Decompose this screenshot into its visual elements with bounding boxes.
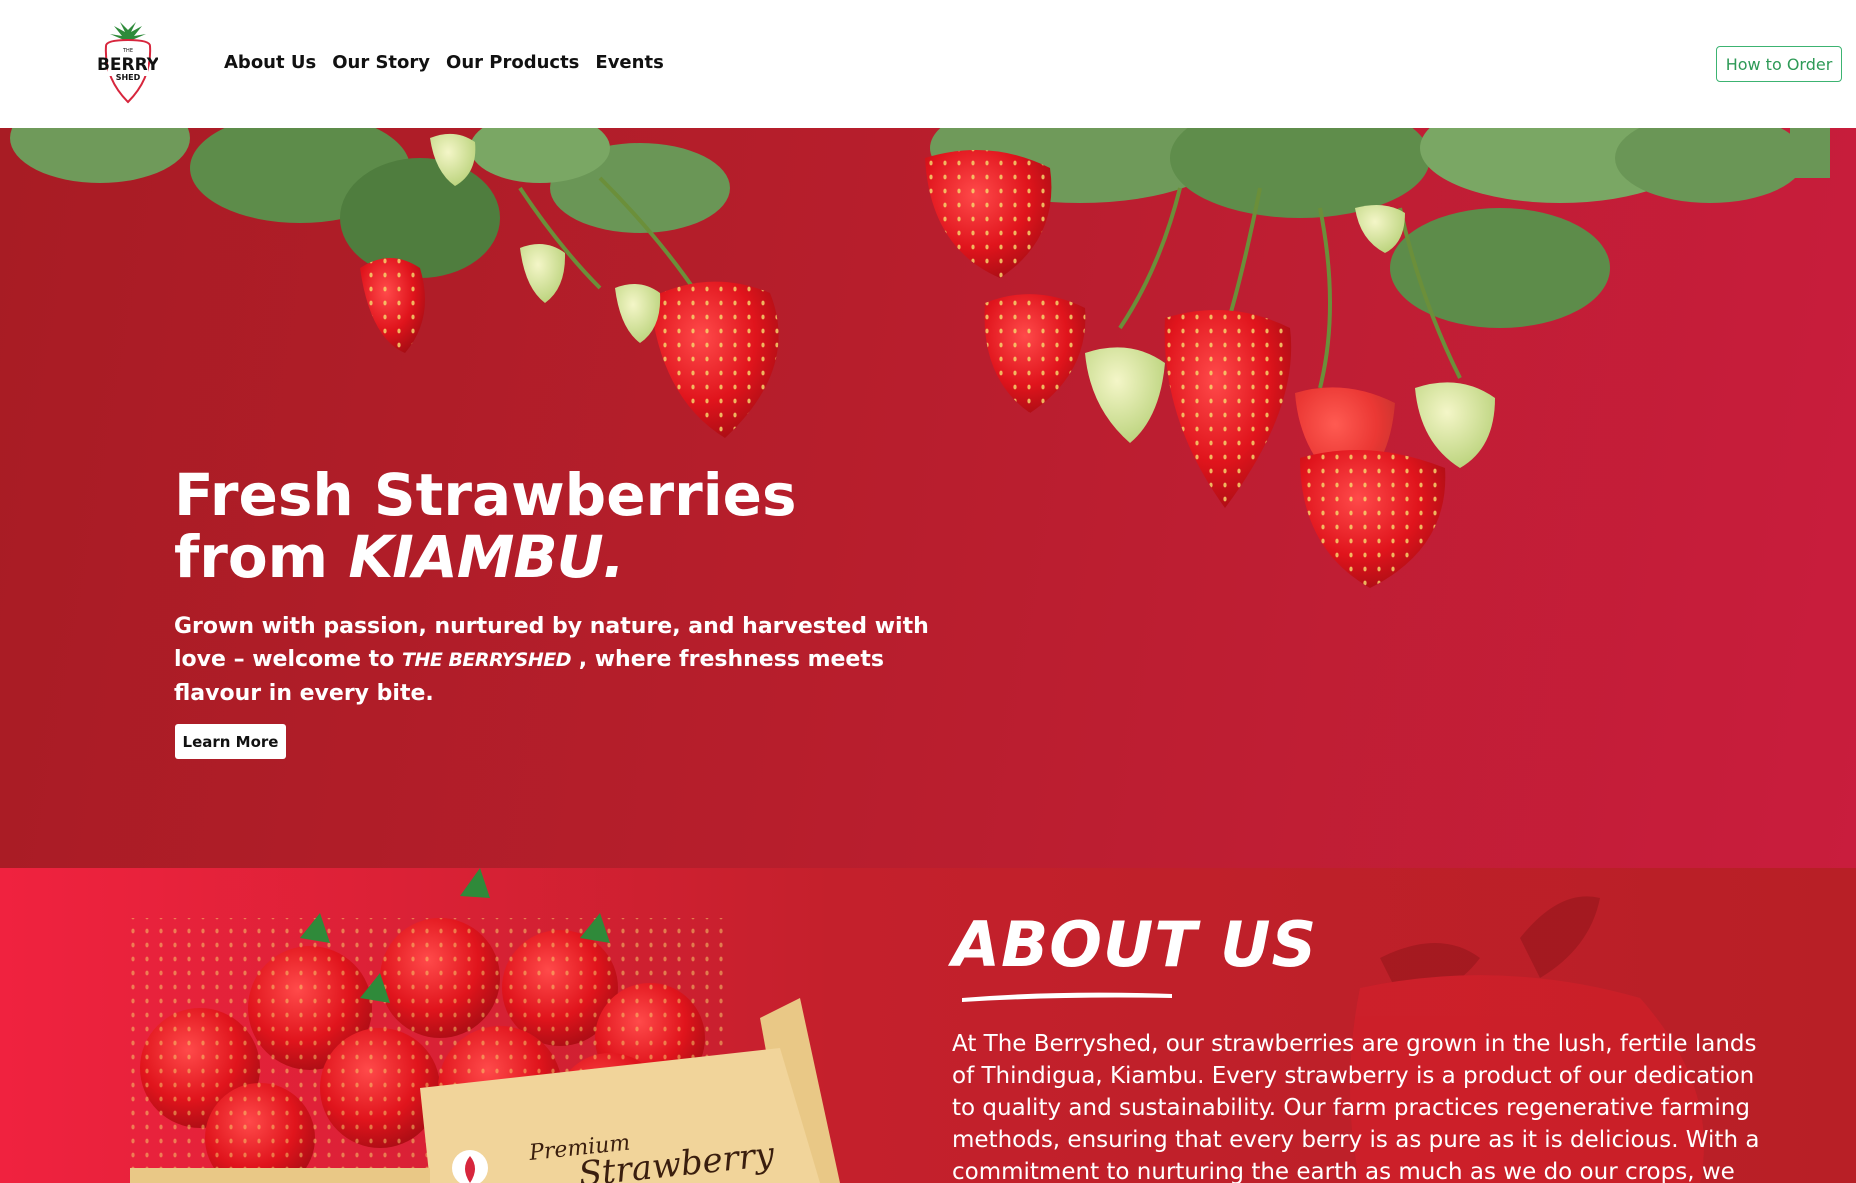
about-text: At The Berryshed, our strawberries are g… (952, 1031, 1760, 1183)
about-section: Premium Strawberry About Us At The Berry… (0, 868, 1856, 1183)
site-header: THE BERRY SHED About Us Our Story Our Pr… (0, 0, 1856, 128)
nav-about-us[interactable]: About Us (224, 52, 316, 73)
nav-events[interactable]: Events (595, 52, 663, 73)
main-nav: About Us Our Story Our Products Events (224, 52, 664, 73)
title-underline (962, 992, 1172, 1002)
hero-subtitle-brand: The Berryshed (401, 649, 572, 671)
svg-text:SHED: SHED (116, 73, 141, 82)
hero-title-line1: Fresh Strawberries (174, 461, 797, 529)
svg-text:THE: THE (122, 48, 133, 54)
nav-our-story[interactable]: Our Story (332, 52, 430, 73)
berry-shed-logo[interactable]: THE BERRY SHED (97, 20, 160, 110)
strawberry-logo-icon: THE BERRY SHED (97, 22, 160, 104)
hero-title: Fresh Strawberries from Kiambu. (174, 464, 934, 588)
nav-our-products[interactable]: Our Products (446, 52, 579, 73)
learn-more-button[interactable]: Learn More (175, 724, 286, 759)
hero-title-kiambu: Kiambu. (348, 523, 624, 591)
about-title: About Us (952, 908, 1318, 981)
hero-title-line2: from Kiambu. (174, 526, 934, 588)
hero-section: Fresh Strawberries from Kiambu. Grown wi… (0, 128, 1856, 868)
svg-text:BERRY: BERRY (98, 55, 158, 75)
hero-title-from: from (174, 523, 329, 591)
hero-subtitle: Grown with passion, nurtured by nature, … (174, 610, 964, 710)
how-to-order-button[interactable]: How to Order (1716, 46, 1842, 82)
